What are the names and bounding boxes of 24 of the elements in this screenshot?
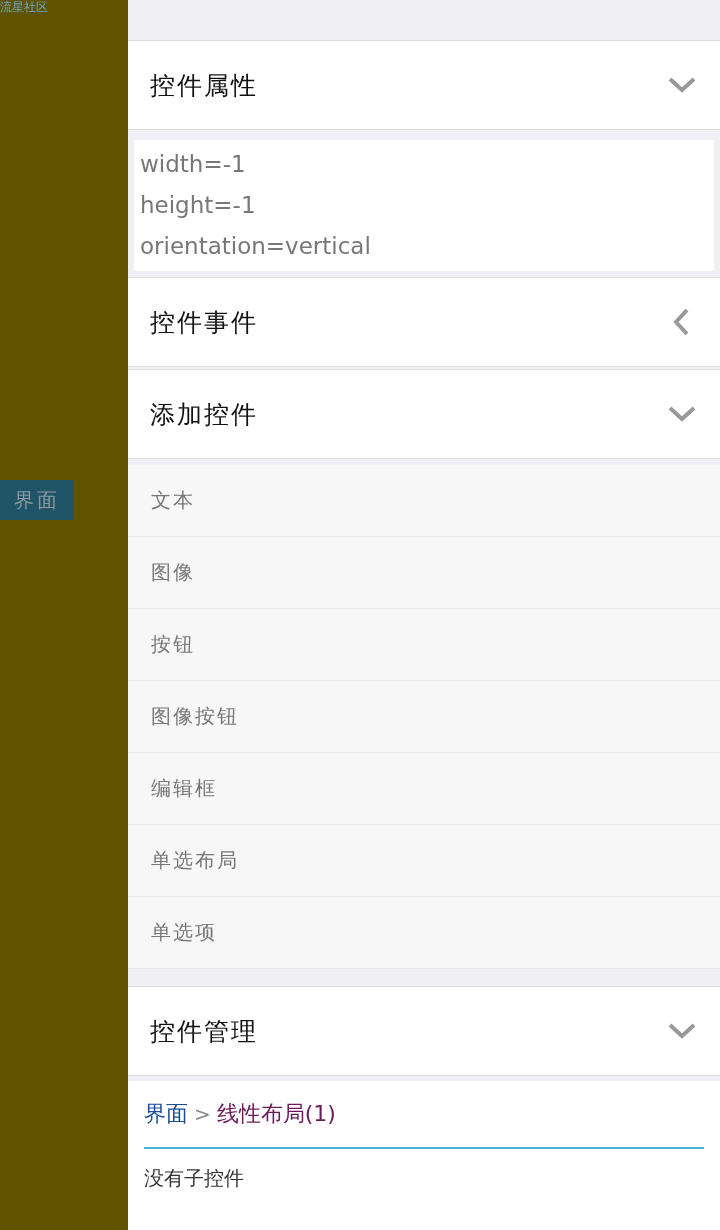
section-title: 添加控件: [150, 398, 258, 431]
section-header[interactable]: 添加控件: [128, 369, 720, 459]
breadcrumb-link[interactable]: 界面: [144, 1099, 188, 1129]
section-header[interactable]: 控件属性: [128, 40, 720, 130]
control-type-item[interactable]: 图像: [128, 537, 720, 609]
section-title: 控件管理: [150, 1015, 258, 1048]
control-type-item[interactable]: 编辑框: [128, 753, 720, 825]
section-title: 控件属性: [150, 69, 258, 102]
section-header[interactable]: 控件事件: [128, 277, 720, 367]
sidebar-button[interactable]: 界面: [0, 480, 73, 520]
section-header[interactable]: 控件管理: [128, 986, 720, 1076]
section-title: 控件事件: [150, 306, 258, 339]
app-title: 流星社区: [0, 0, 48, 14]
control-type-item[interactable]: 单选布局: [128, 825, 720, 897]
property-line: width=-1: [140, 150, 247, 179]
property-line: orientation=vertical: [140, 232, 372, 261]
control-type-item[interactable]: 按钮: [128, 609, 720, 681]
control-type-item[interactable]: 图像按钮: [128, 681, 720, 753]
breadcrumb-separator: >: [194, 1102, 211, 1126]
control-type-item[interactable]: 文本: [128, 465, 720, 537]
property-line: height=-1: [140, 191, 257, 220]
breadcrumb-current: 线性布局(1): [216, 1100, 336, 1128]
empty-message: 没有子控件: [144, 1165, 245, 1192]
control-type-item[interactable]: 单选项: [128, 897, 720, 969]
